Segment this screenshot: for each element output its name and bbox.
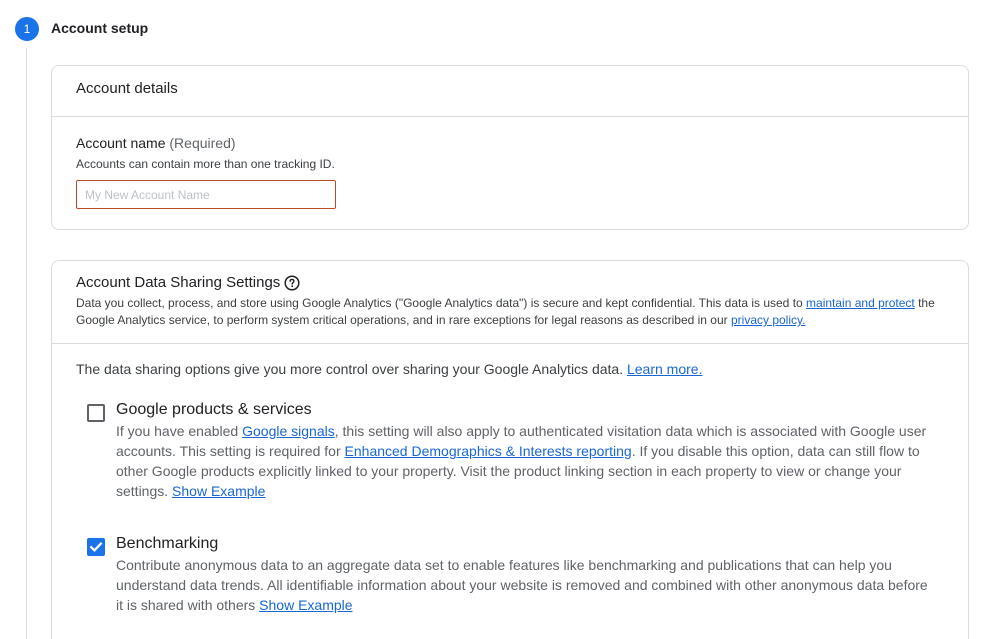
privacy-policy-link[interactable]: privacy policy. [731, 313, 805, 327]
learn-more-link[interactable]: Learn more. [627, 361, 702, 377]
data-sharing-options-lead: The data sharing options give you more c… [76, 361, 702, 377]
show-example-link[interactable]: Show Example [259, 597, 352, 613]
account-details-title: Account details [76, 80, 178, 97]
step-rail [26, 48, 27, 639]
data-sharing-intro: Data you collect, process, and store usi… [76, 295, 956, 329]
account-name-label: Account name (Required) [76, 135, 236, 151]
options-lead-text: The data sharing options give you more c… [76, 361, 627, 377]
maintain-and-protect-link[interactable]: maintain and protect [806, 296, 915, 310]
account-details-card: Account details Account name (Required) … [51, 65, 969, 230]
analytics-account-setup: 1 Account setup Account details Account … [0, 0, 989, 639]
benchmarking-desc-1: Contribute anonymous data to an aggregat… [116, 557, 928, 613]
intro-text-1: Data you collect, process, and store usi… [76, 296, 807, 310]
enhanced-demographics-link[interactable]: Enhanced Demographics & Interests report… [345, 443, 632, 459]
benchmarking-description: Contribute anonymous data to an aggregat… [116, 555, 936, 615]
data-sharing-title-row: Account Data Sharing Settings [76, 274, 300, 291]
account-name-input[interactable] [76, 180, 336, 209]
account-name-help: Accounts can contain more than one track… [76, 157, 335, 171]
card-divider [52, 116, 968, 117]
required-indicator: (Required) [169, 135, 236, 151]
google-products-title: Google products & services [116, 401, 312, 418]
show-example-link[interactable]: Show Example [172, 483, 265, 499]
google-products-desc-1: If you have enabled [116, 423, 243, 439]
card-divider [52, 343, 968, 344]
checkmark-icon [89, 542, 103, 552]
data-sharing-card: Account Data Sharing Settings Data you c… [51, 260, 969, 639]
help-circle-icon[interactable] [284, 275, 300, 291]
benchmarking-title: Benchmarking [116, 535, 219, 552]
step-title[interactable]: Account setup [51, 20, 148, 36]
data-sharing-title: Account Data Sharing Settings [76, 274, 281, 291]
google-products-checkbox[interactable] [87, 404, 105, 422]
benchmarking-checkbox[interactable] [87, 538, 105, 556]
step-number-badge: 1 [15, 17, 39, 41]
google-products-description: If you have enabled Google signals, this… [116, 421, 936, 501]
account-name-label-text: Account name [76, 135, 166, 151]
google-signals-link[interactable]: Google signals [242, 423, 335, 439]
